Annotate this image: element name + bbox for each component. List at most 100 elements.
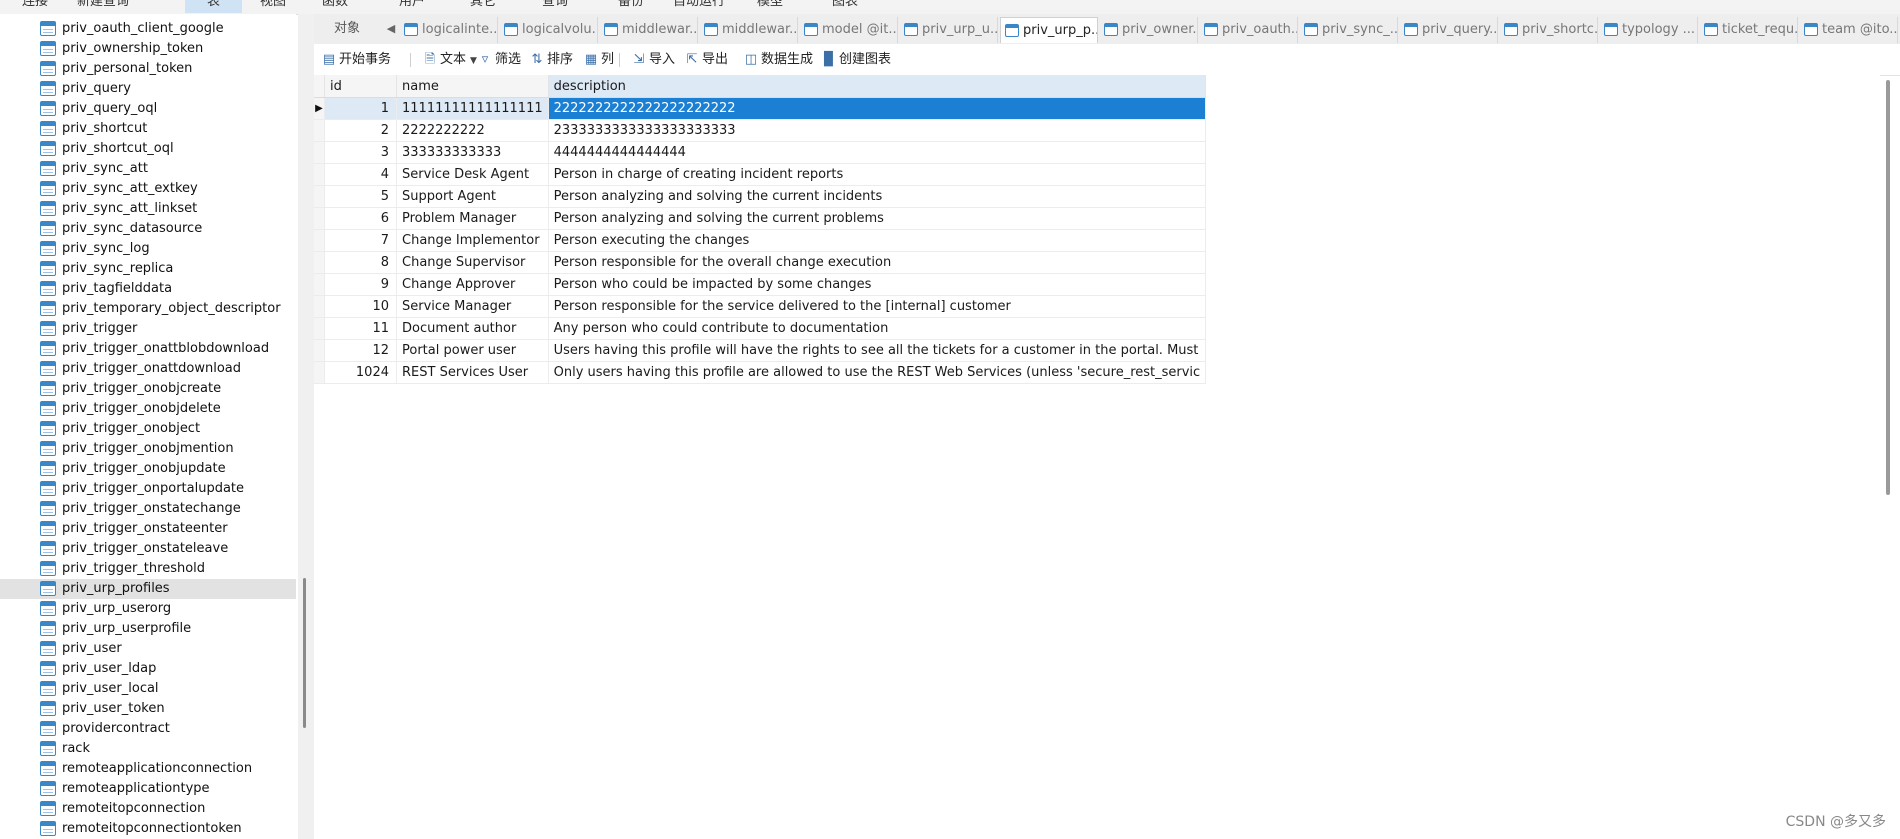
editor-tab[interactable]: logicalinte... <box>400 17 498 43</box>
cell-id[interactable]: 3 <box>324 141 397 164</box>
table-row[interactable]: 4 Service Desk Agent Person in charge of c… <box>314 163 1207 186</box>
cell-description[interactable]: Any person who could contribute to docum… <box>548 317 1207 340</box>
tree-item[interactable]: priv_sync_att <box>0 159 296 179</box>
cell-id[interactable]: 1024 <box>324 361 397 384</box>
row-marker[interactable] <box>314 339 325 362</box>
tree-item[interactable]: priv_trigger_onportalupdate <box>0 479 296 499</box>
row-marker[interactable] <box>314 317 325 340</box>
tree-item[interactable]: remoteitopconnection <box>0 799 296 819</box>
tree-item[interactable]: priv_query_oql <box>0 99 296 119</box>
tree-item[interactable]: remoteapplicationtype <box>0 779 296 799</box>
cell-id[interactable]: 4 <box>324 163 397 186</box>
column-header-description[interactable]: description <box>548 75 1207 98</box>
tree-item[interactable]: priv_urp_userprofile <box>0 619 296 639</box>
editor-tab[interactable]: priv_urp_p... <box>1000 17 1098 43</box>
cell-description[interactable]: 4444444444444444 <box>548 141 1207 164</box>
cell-name[interactable]: 2222222222 <box>396 119 549 142</box>
row-marker[interactable] <box>314 295 325 318</box>
editor-tab[interactable]: priv_oauth... <box>1200 17 1298 43</box>
editor-tab[interactable]: ticket_requ... <box>1700 17 1798 43</box>
cell-name[interactable]: Change Supervisor <box>396 251 549 274</box>
menu-item[interactable]: 自动运行 <box>651 0 747 13</box>
cell-description[interactable]: 2333333333333333333333 <box>548 119 1207 142</box>
tree-item[interactable]: priv_trigger_onobjmention <box>0 439 296 459</box>
menu-item[interactable]: 其它 <box>448 0 518 13</box>
row-marker[interactable] <box>314 141 325 164</box>
column-header-name[interactable]: name <box>396 75 549 98</box>
cell-id[interactable]: 10 <box>324 295 397 318</box>
table-row[interactable]: 10 Service Manager Person responsible for … <box>314 295 1207 318</box>
filter-button[interactable]: ▿ 筛选 <box>475 49 521 70</box>
tree-item[interactable]: priv_user_local <box>0 679 296 699</box>
table-row[interactable]: 7 Change Implementor Person executing the … <box>314 229 1207 252</box>
table-row[interactable]: 3 333333333333 4444444444444444 <box>314 141 1207 164</box>
table-row[interactable]: ▶ 1 11111111111111111 222222222222222222222… <box>314 97 1207 120</box>
begin-transaction-button[interactable]: ▤ 开始事务 <box>319 49 391 70</box>
cell-name[interactable]: Service Desk Agent <box>396 163 549 186</box>
editor-tab[interactable]: team @ito... <box>1800 17 1898 43</box>
menu-item[interactable]: 表 <box>185 0 243 13</box>
cell-name[interactable]: 333333333333 <box>396 141 549 164</box>
cell-description[interactable]: Person analyzing and solving the current… <box>548 207 1207 230</box>
editor-tab[interactable]: priv_sync_... <box>1300 17 1398 43</box>
create-chart-button[interactable]: ▉ 创建图表 <box>819 49 891 70</box>
cell-name[interactable]: 11111111111111111 <box>396 97 549 120</box>
cell-name[interactable]: Change Implementor <box>396 229 549 252</box>
row-marker[interactable] <box>314 185 325 208</box>
sort-button[interactable]: ⇅ 排序 <box>527 49 573 70</box>
row-marker[interactable] <box>314 229 325 252</box>
editor-tab[interactable]: model @it... <box>800 17 898 43</box>
tree-item[interactable]: priv_temporary_object_descriptor <box>0 299 296 319</box>
cell-description[interactable]: Person responsible for the overall chang… <box>548 251 1207 274</box>
cell-id[interactable]: 5 <box>324 185 397 208</box>
data-generation-button[interactable]: ◫ 数据生成 <box>741 49 813 70</box>
import-button[interactable]: ⇲ 导入 <box>629 49 675 70</box>
editor-tab[interactable]: middlewar... <box>600 17 698 43</box>
tree-item[interactable]: priv_trigger_threshold <box>0 559 296 579</box>
menu-item[interactable]: 用户 <box>377 0 447 13</box>
cell-name[interactable]: Problem Manager <box>396 207 549 230</box>
cell-id[interactable]: 7 <box>324 229 397 252</box>
menu-item[interactable]: 查询 <box>520 0 590 13</box>
cell-id[interactable]: 2 <box>324 119 397 142</box>
row-marker[interactable]: ▶ <box>314 97 325 120</box>
table-row[interactable]: 12 Portal power user Users having this pro… <box>314 339 1207 362</box>
editor-tab[interactable]: typology ... <box>1600 17 1698 43</box>
cell-id[interactable]: 1 <box>324 97 397 120</box>
editor-tab[interactable]: priv_urp_u... <box>900 17 998 43</box>
tree-item[interactable]: priv_ownership_token <box>0 39 296 59</box>
tree-item[interactable]: remoteapplicationconnection <box>0 759 296 779</box>
tree-item[interactable]: priv_user <box>0 639 296 659</box>
cell-description[interactable]: Person analyzing and solving the current… <box>548 185 1207 208</box>
tree-item[interactable]: priv_trigger_onstateenter <box>0 519 296 539</box>
tree-item[interactable]: priv_shortcut_oql <box>0 139 296 159</box>
tree-item[interactable]: priv_sync_datasource <box>0 219 296 239</box>
cell-id[interactable]: 6 <box>324 207 397 230</box>
tree-item[interactable]: priv_trigger_onobject <box>0 419 296 439</box>
cell-id[interactable]: 9 <box>324 273 397 296</box>
tree-item[interactable]: rack <box>0 739 296 759</box>
row-marker[interactable] <box>314 273 325 296</box>
tree-item[interactable]: priv_urp_userorg <box>0 599 296 619</box>
tree-item[interactable]: priv_tagfielddata <box>0 279 296 299</box>
editor-tab[interactable]: priv_owner... <box>1100 17 1198 43</box>
columns-button[interactable]: ▦ 列 <box>581 49 614 70</box>
table-row[interactable]: 8 Change Supervisor Person responsible for… <box>314 251 1207 274</box>
tab-objects[interactable]: 对象 <box>314 14 380 44</box>
column-header-id[interactable]: id <box>324 75 397 98</box>
row-marker[interactable] <box>314 163 325 186</box>
row-marker[interactable] <box>314 251 325 274</box>
row-marker[interactable] <box>314 207 325 230</box>
row-marker[interactable] <box>314 361 325 384</box>
tree-item[interactable]: priv_user_token <box>0 699 296 719</box>
tree-item[interactable]: priv_trigger_onobjdelete <box>0 399 296 419</box>
tree-item[interactable]: priv_oauth_client_google <box>0 19 296 39</box>
editor-tab[interactable]: priv_query... <box>1400 17 1498 43</box>
tab-scroll-left-icon[interactable]: ◀ <box>384 19 398 39</box>
menu-item[interactable]: 图表 <box>810 0 880 13</box>
tree-item[interactable]: priv_sync_att_linkset <box>0 199 296 219</box>
tree-item[interactable]: priv_sync_replica <box>0 259 296 279</box>
editor-tab[interactable]: middlewar... <box>700 17 798 43</box>
cell-description[interactable]: 2222222222222222222222 <box>548 97 1207 120</box>
tree-item[interactable]: priv_trigger_onobjcreate <box>0 379 296 399</box>
